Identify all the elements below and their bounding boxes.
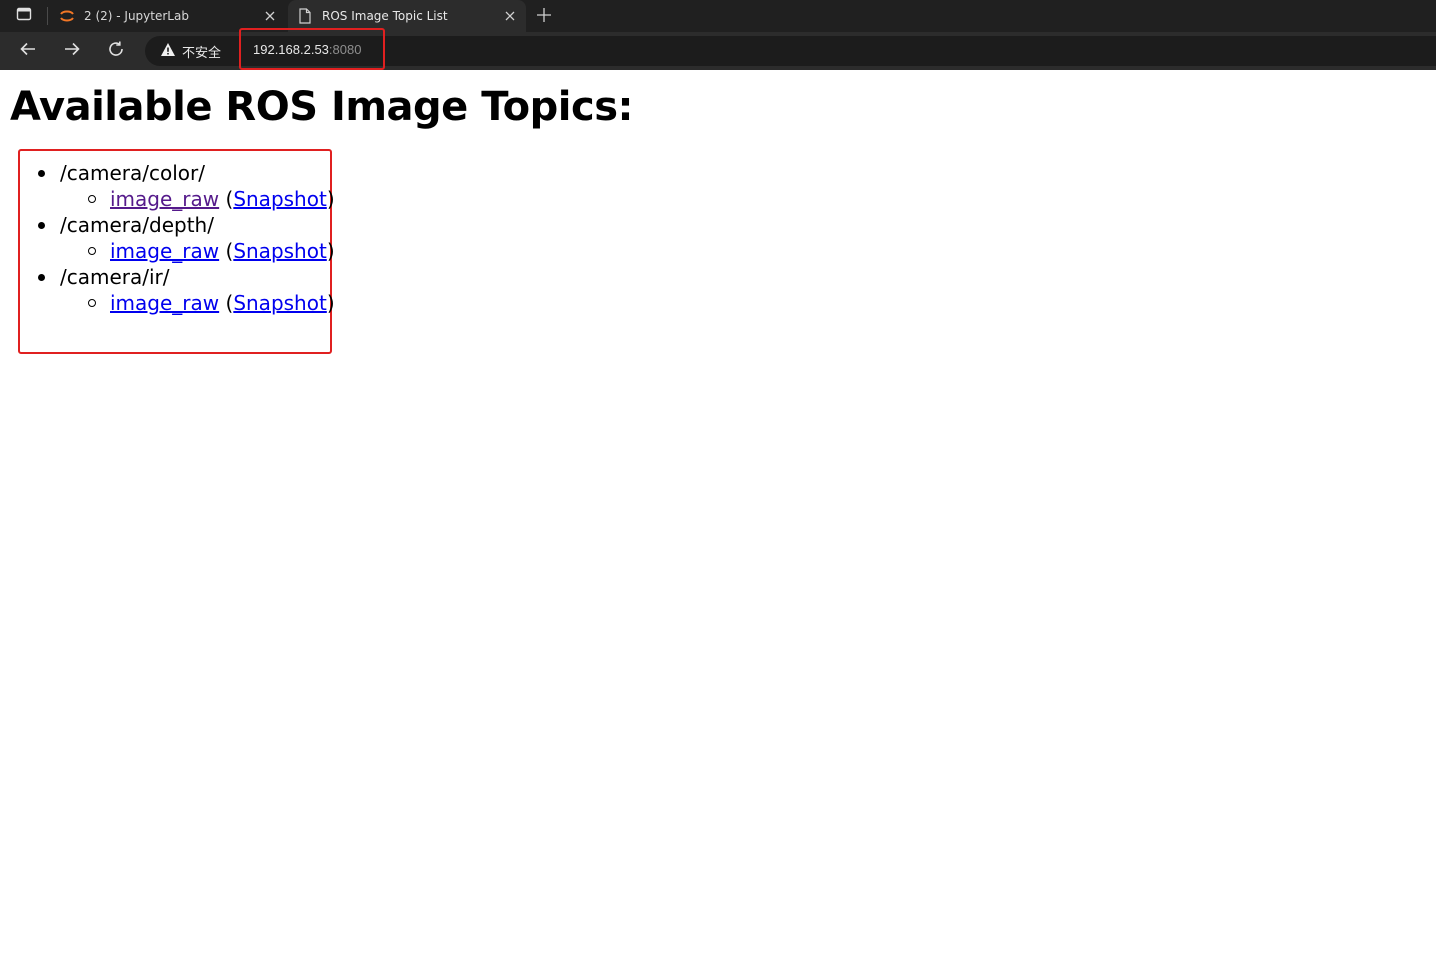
list-item: image_raw (Snapshot) bbox=[20, 186, 335, 212]
close-icon[interactable] bbox=[260, 6, 280, 26]
reload-button[interactable] bbox=[104, 39, 128, 63]
tab-title: ROS Image Topic List bbox=[322, 9, 448, 23]
reload-icon bbox=[107, 40, 125, 62]
back-button[interactable] bbox=[16, 39, 40, 63]
security-label: 不安全 bbox=[182, 45, 222, 61]
topic-group-ir: /camera/ir/ bbox=[20, 264, 335, 290]
paren-close: ) bbox=[326, 239, 335, 263]
forward-button[interactable] bbox=[60, 39, 84, 63]
page-icon bbox=[296, 7, 314, 25]
plus-icon bbox=[537, 7, 551, 26]
tab-actions-button[interactable] bbox=[0, 0, 48, 32]
url-highlight-box bbox=[239, 28, 385, 70]
paren-close: ) bbox=[326, 291, 335, 315]
jupyter-icon bbox=[58, 7, 76, 25]
sidebar-toggle-icon bbox=[16, 6, 32, 26]
image-raw-link[interactable]: image_raw bbox=[110, 291, 219, 315]
snapshot-link[interactable]: Snapshot bbox=[233, 291, 327, 315]
snapshot-link[interactable]: Snapshot bbox=[233, 187, 327, 211]
snapshot-link[interactable]: Snapshot bbox=[233, 239, 327, 263]
image-raw-link[interactable]: image_raw bbox=[110, 239, 219, 263]
topic-path: /camera/ir/ bbox=[60, 265, 170, 289]
warning-icon bbox=[160, 42, 176, 61]
security-indicator[interactable]: 不安全 bbox=[160, 36, 221, 66]
list-item: image_raw (Snapshot) bbox=[20, 238, 335, 264]
tab-separator bbox=[47, 7, 48, 25]
image-raw-link[interactable]: image_raw bbox=[110, 187, 219, 211]
list-item: image_raw (Snapshot) bbox=[20, 290, 335, 316]
new-tab-button[interactable] bbox=[533, 5, 555, 27]
close-icon[interactable] bbox=[500, 6, 520, 26]
tab-title: 2 (2) - JupyterLab bbox=[84, 9, 189, 23]
topic-list: /camera/color/ image_raw (Snapshot) /cam… bbox=[20, 160, 335, 316]
tab-strip: 2 (2) - JupyterLab ROS Image Topic List bbox=[0, 0, 1436, 32]
paren-close: ) bbox=[326, 187, 335, 211]
forward-arrow-icon bbox=[63, 40, 81, 62]
topic-path: /camera/depth/ bbox=[60, 213, 214, 237]
topic-group-color: /camera/color/ bbox=[20, 160, 335, 186]
page-title: Available ROS Image Topics: bbox=[10, 84, 634, 130]
topic-sublist: image_raw (Snapshot) bbox=[20, 290, 335, 316]
topic-path: /camera/color/ bbox=[60, 161, 205, 185]
topic-sublist: image_raw (Snapshot) bbox=[20, 238, 335, 264]
topic-group-depth: /camera/depth/ bbox=[20, 212, 335, 238]
back-arrow-icon bbox=[19, 40, 37, 62]
topic-sublist: image_raw (Snapshot) bbox=[20, 186, 335, 212]
